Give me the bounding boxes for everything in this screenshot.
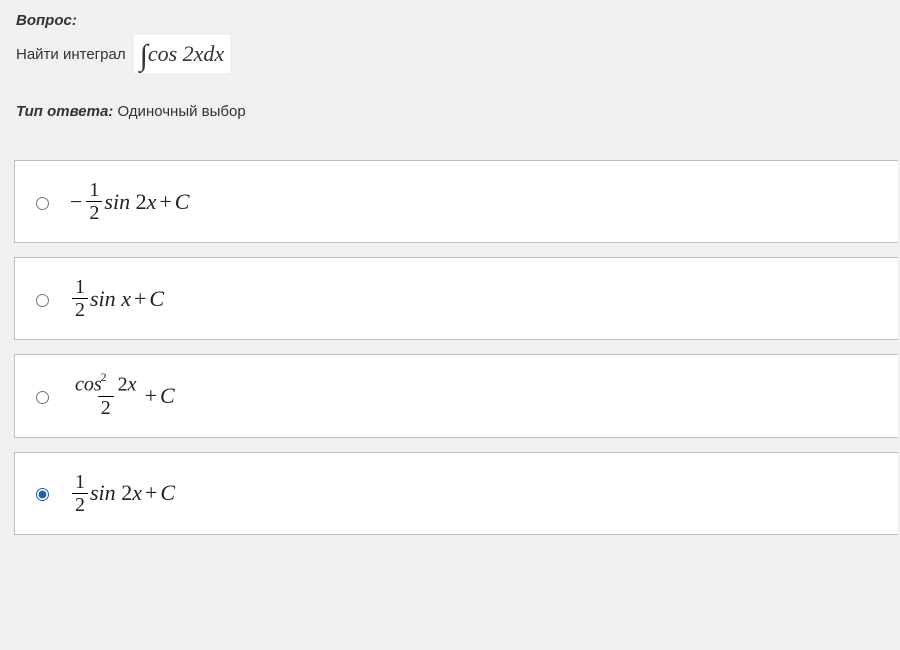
fraction: cos2 2x 2 <box>70 373 142 419</box>
question-line: Найти интеграл ∫ cos 2xdx <box>16 35 884 73</box>
option-1-radio[interactable] <box>36 197 49 210</box>
option-3[interactable]: cos2 2x 2 + C <box>14 354 898 438</box>
option-1-formula: − 1 2 sin 2x + C <box>70 179 189 224</box>
option-3-radio[interactable] <box>36 391 49 404</box>
option-2-formula: 1 2 sin x + C <box>70 276 164 321</box>
option-3-formula: cos2 2x 2 + C <box>70 373 175 419</box>
answer-type-value: Одиночный выбор <box>117 103 245 120</box>
fraction: 1 2 <box>70 471 90 516</box>
fraction: 1 2 <box>84 179 104 224</box>
integral-symbol: ∫ <box>140 41 148 71</box>
option-2[interactable]: 1 2 sin x + C <box>14 257 898 340</box>
answer-type-line: Тип ответа: Одиночный выбор <box>16 103 884 120</box>
minus-sign: − <box>70 189 84 215</box>
option-4[interactable]: 1 2 sin 2x + C <box>14 452 898 535</box>
question-label: Вопрос: <box>16 12 884 29</box>
fraction: 1 2 <box>70 276 90 321</box>
option-4-radio[interactable] <box>36 488 49 501</box>
quiz-page: Вопрос: Найти интеграл ∫ cos 2xdx Тип от… <box>0 0 900 535</box>
answer-type-label: Тип ответа: <box>16 103 113 120</box>
option-1[interactable]: − 1 2 sin 2x + C <box>14 160 898 243</box>
options-list: − 1 2 sin 2x + C 1 2 sin <box>16 160 884 535</box>
option-2-radio[interactable] <box>36 294 49 307</box>
option-4-formula: 1 2 sin 2x + C <box>70 471 175 516</box>
question-formula: ∫ cos 2xdx <box>134 35 231 73</box>
integral-body: cos 2xdx <box>148 43 224 65</box>
question-prompt: Найти интеграл <box>16 46 126 63</box>
